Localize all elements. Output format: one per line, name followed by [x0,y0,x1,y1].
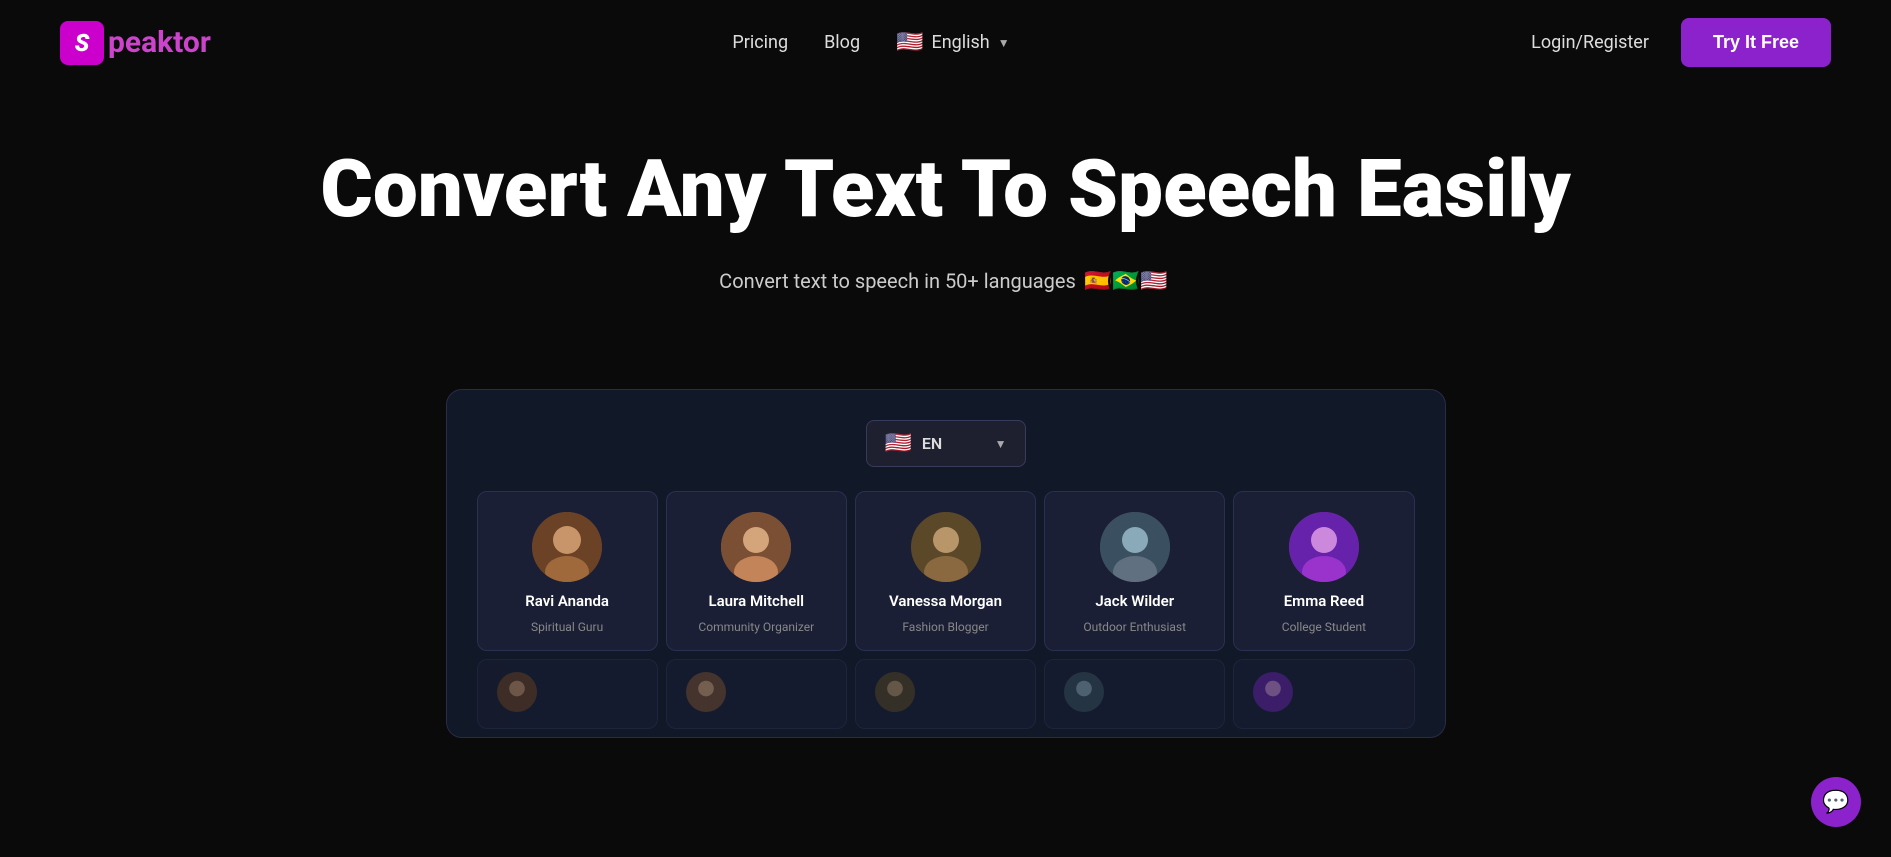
app-language-dropdown[interactable]: 🇺🇸 EN ▼ [866,420,1026,467]
app-chevron-down-icon: ▼ [995,437,1007,451]
chat-icon: 💬 [1822,790,1849,815]
hero-title: Convert Any Text To Speech Easily [246,145,1646,233]
voice-name-laura: Laura Mitchell [709,592,805,610]
voice-name-vanessa: Vanessa Morgan [889,592,1002,610]
voice-role-vanessa: Fashion Blogger [902,620,988,634]
logo-text: peaktor [108,25,211,60]
voice-card-jack[interactable]: Jack Wilder Outdoor Enthusiast [1044,491,1225,651]
avatar-ravi [532,512,602,582]
hero-section: Convert Any Text To Speech Easily Conver… [0,85,1891,769]
voice-card-emma[interactable]: Emma Reed College Student [1233,491,1414,651]
voice-role-laura: Community Organizer [698,620,814,634]
nav-right: Login/Register Try It Free [1531,18,1831,67]
voice-role-ravi: Spiritual Guru [531,620,603,634]
app-panel: 🇺🇸 EN ▼ Ravi Ananda Spiritual Guru [446,389,1446,738]
voice-card-row2-1[interactable] [477,659,658,729]
voices-row-2 [477,659,1415,729]
avatar-emma [1289,512,1359,582]
voice-card-row2-4[interactable] [1044,659,1225,729]
login-register-link[interactable]: Login/Register [1531,32,1649,53]
chat-button[interactable]: 💬 [1811,777,1861,827]
hero-subtitle-text: Convert text to speech in 50+ languages [719,269,1076,293]
nav-links: Pricing Blog 🇺🇸 English ▼ [732,30,1009,55]
voice-name-jack: Jack Wilder [1095,592,1174,610]
voice-name-ravi: Ravi Ananda [525,592,609,610]
avatar-vanessa [911,512,981,582]
logo-icon: S [60,21,104,65]
waveform-area: 🇺🇸 EN ▼ Ravi Ananda Spiritual Guru [40,349,1851,769]
avatar-laura [721,512,791,582]
waveform-left [40,349,320,769]
hero-subtitle: Convert text to speech in 50+ languages … [40,263,1851,299]
chevron-down-icon: ▼ [998,36,1010,50]
voice-role-emma: College Student [1282,620,1366,634]
voice-card-row2-5[interactable] [1233,659,1414,729]
language-selector[interactable]: 🇺🇸 English ▼ [896,30,1010,55]
try-it-free-button[interactable]: Try It Free [1681,18,1831,67]
navbar: S peaktor Pricing Blog 🇺🇸 English ▼ Logi… [0,0,1891,85]
language-flag-icon: 🇺🇸 [896,30,923,55]
app-language-flag-icon: 🇺🇸 [885,431,912,456]
voices-row-1: Ravi Ananda Spiritual Guru Laura Mitchel… [477,491,1415,651]
language-flags: 🇪🇸 🇧🇷 🇺🇸 [1088,263,1172,299]
nav-blog[interactable]: Blog [824,32,860,53]
language-label: English [931,32,989,53]
app-language-code: EN [922,434,942,453]
logo[interactable]: S peaktor [60,21,211,65]
voice-card-ravi[interactable]: Ravi Ananda Spiritual Guru [477,491,658,651]
nav-pricing[interactable]: Pricing [732,32,788,53]
waveform-right [1571,349,1851,769]
flag-us: 🇺🇸 [1136,263,1172,299]
avatar-jack [1100,512,1170,582]
voice-card-vanessa[interactable]: Vanessa Morgan Fashion Blogger [855,491,1036,651]
voice-name-emma: Emma Reed [1284,592,1364,610]
voice-card-row2-2[interactable] [666,659,847,729]
voice-card-laura[interactable]: Laura Mitchell Community Organizer [666,491,847,651]
voice-card-row2-3[interactable] [855,659,1036,729]
voice-role-jack: Outdoor Enthusiast [1083,620,1186,634]
